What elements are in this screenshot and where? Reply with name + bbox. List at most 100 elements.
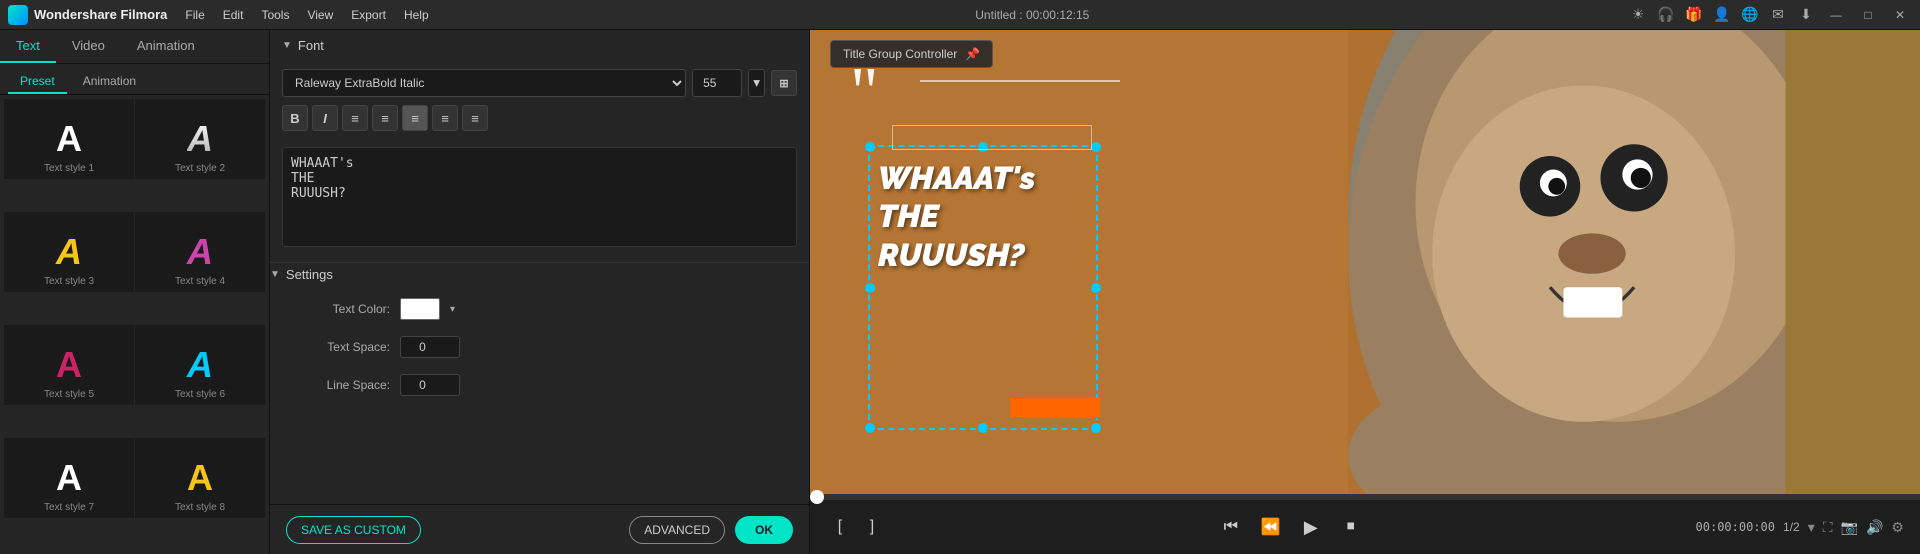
fullscreen-icon[interactable]: ⛶ (1823, 519, 1833, 536)
quote-decoration: " (850, 65, 879, 121)
text-space-label: Text Space: (290, 340, 390, 354)
handle-tl[interactable] (865, 142, 875, 152)
menu-bar: File Edit Tools View Export Help (177, 6, 436, 24)
preview-text-line1: WHAAAT's (878, 160, 1035, 198)
line-space-row: Line Space: (270, 366, 809, 404)
color-dropdown-icon[interactable]: ▾ (450, 304, 455, 315)
align-right-button[interactable]: ≡ (432, 105, 458, 131)
white-outline-box (892, 125, 1092, 150)
text-space-input[interactable] (400, 336, 460, 358)
style-preview-8: A (187, 457, 213, 499)
align-justify-button[interactable]: ≡ (402, 105, 428, 131)
maximize-button[interactable]: □ (1856, 5, 1880, 25)
menu-edit[interactable]: Edit (215, 6, 252, 24)
tab-animation[interactable]: Animation (121, 30, 211, 63)
progress-thumb[interactable] (810, 490, 824, 504)
volume-icon[interactable]: 🔊 (1866, 519, 1883, 536)
font-row1: Raleway ExtraBold Italic ▾ ⊞ (282, 69, 797, 97)
list-button[interactable]: ≡ (462, 105, 488, 131)
ok-button[interactable]: OK (735, 516, 793, 544)
left-panel: Text Video Animation Preset Animation A … (0, 30, 270, 554)
orange-accent-bar (1010, 398, 1100, 418)
style-label-2: Text style 2 (175, 163, 225, 174)
close-button[interactable]: ✕ (1888, 5, 1912, 25)
bold-button[interactable]: B (282, 105, 308, 131)
bracket-buttons: [ ] (826, 513, 886, 541)
handle-bm[interactable] (978, 423, 988, 433)
italic-button[interactable]: I (312, 105, 338, 131)
resize-icon-btn[interactable]: ⊞ (771, 70, 797, 96)
headphone-icon[interactable]: 🎧 (1656, 5, 1676, 25)
stop-button[interactable]: ⏹ (1337, 513, 1365, 541)
title-group-label: Title Group Controller (843, 47, 957, 61)
page-dropdown-icon[interactable]: ▾ (1808, 519, 1815, 536)
divider-1 (270, 262, 809, 263)
text-area-wrapper: WHAAAT's THE RUUUSH? (270, 139, 809, 258)
play-button[interactable]: ▶ (1297, 513, 1325, 541)
transport-center: ⏮ ⏪ ▶ ⏹ (1217, 513, 1365, 541)
handle-ml[interactable] (865, 283, 875, 293)
font-size-input[interactable] (692, 69, 742, 97)
menu-view[interactable]: View (299, 6, 341, 24)
gift-icon[interactable]: 🎁 (1684, 5, 1704, 25)
bracket-close-button[interactable]: ] (858, 513, 886, 541)
download-icon[interactable]: ⬇ (1796, 5, 1816, 25)
align-center-button[interactable]: ≡ (372, 105, 398, 131)
app-name: Wondershare Filmora (34, 7, 167, 22)
text-color-label: Text Color: (290, 302, 390, 316)
title-bar-left: Wondershare Filmora File Edit Tools View… (8, 5, 437, 25)
mid-panel: ▼ Font Raleway ExtraBold Italic ▾ ⊞ B I … (270, 30, 810, 554)
menu-export[interactable]: Export (343, 6, 394, 24)
menu-tools[interactable]: Tools (253, 6, 297, 24)
save-as-custom-button[interactable]: SAVE AS CUSTOM (286, 516, 421, 544)
style-item-5[interactable]: A Text style 5 (4, 325, 134, 405)
settings-section-header[interactable]: ▼ Settings (270, 267, 809, 290)
style-item-7[interactable]: A Text style 7 (4, 438, 134, 518)
style-item-1[interactable]: A Text style 1 (4, 99, 134, 179)
settings-icon[interactable]: ⚙ (1891, 519, 1904, 536)
line-space-label: Line Space: (290, 378, 390, 392)
user-icon[interactable]: 👤 (1712, 5, 1732, 25)
handle-tr[interactable] (1091, 142, 1101, 152)
style-label-8: Text style 8 (175, 502, 225, 513)
tab-text[interactable]: Text (0, 30, 56, 63)
size-dropdown-button[interactable]: ▾ (748, 69, 765, 97)
style-preview-7: A (56, 457, 82, 499)
style-item-2[interactable]: A Text style 2 (135, 99, 265, 179)
menu-help[interactable]: Help (396, 6, 437, 24)
line-space-input[interactable] (400, 374, 460, 396)
mail-icon[interactable]: ✉ (1768, 5, 1788, 25)
style-preview-6: A (187, 344, 213, 386)
browser-icon[interactable]: 🌐 (1740, 5, 1760, 25)
handle-bl[interactable] (865, 423, 875, 433)
style-item-4[interactable]: A Text style 4 (135, 212, 265, 292)
rewind-button[interactable]: ⏮ (1217, 513, 1245, 541)
menu-file[interactable]: File (177, 6, 212, 24)
advanced-button[interactable]: ADVANCED (629, 516, 725, 544)
window-title: Untitled : 00:00:12:15 (975, 8, 1089, 22)
font-section-header[interactable]: ▼ Font (270, 30, 809, 61)
transport-info: 00:00:00:00 1/2 ▾ ⛶ 📷 🔊 ⚙ (1696, 519, 1904, 536)
font-family-select[interactable]: Raleway ExtraBold Italic (282, 69, 686, 97)
title-group-controller-badge[interactable]: Title Group Controller 📌 (830, 40, 993, 68)
text-editor[interactable]: WHAAAT's THE RUUUSH? (282, 147, 797, 247)
step-back-button[interactable]: ⏪ (1257, 513, 1285, 541)
screenshot-icon[interactable]: 📷 (1841, 519, 1858, 536)
tab-video[interactable]: Video (56, 30, 121, 63)
bracket-open-button[interactable]: [ (826, 513, 854, 541)
preview-text-line2: THE (878, 198, 1035, 236)
handle-br[interactable] (1091, 423, 1101, 433)
progress-bar[interactable] (810, 494, 1920, 500)
minimize-button[interactable]: — (1824, 5, 1848, 25)
handle-mr[interactable] (1091, 283, 1101, 293)
preview-area: " Title Group Controller 📌 (810, 30, 1920, 494)
align-left-button[interactable]: ≡ (342, 105, 368, 131)
style-item-3[interactable]: A Text style 3 (4, 212, 134, 292)
style-preview-3: A (56, 231, 82, 273)
style-item-8[interactable]: A Text style 8 (135, 438, 265, 518)
subtab-animation[interactable]: Animation (71, 70, 148, 94)
subtab-preset[interactable]: Preset (8, 70, 67, 94)
sun-icon[interactable]: ☀ (1628, 5, 1648, 25)
text-color-swatch[interactable] (400, 298, 440, 320)
style-item-6[interactable]: A Text style 6 (135, 325, 265, 405)
